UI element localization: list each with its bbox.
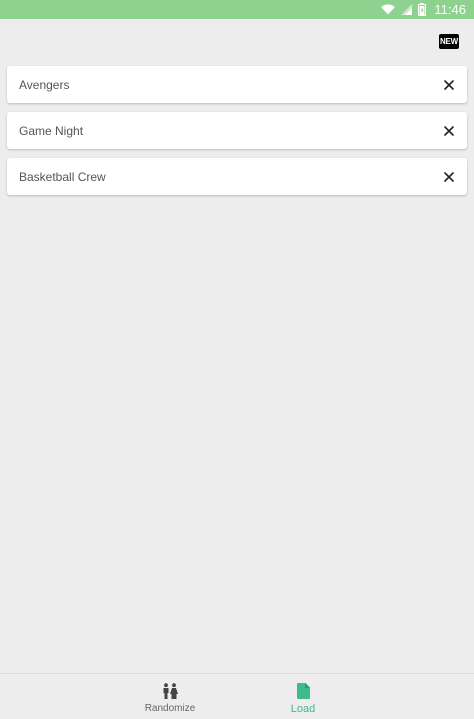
signal-icon	[401, 4, 413, 15]
close-icon	[444, 79, 454, 90]
nav-label: Load	[290, 703, 316, 715]
delete-button[interactable]	[441, 77, 457, 93]
app-screen: 11:46 NEW Avengers Game Night Basketball…	[0, 0, 474, 719]
list-item[interactable]: Avengers	[7, 66, 467, 103]
group-list: Avengers Game Night Basketball Crew	[7, 66, 467, 204]
status-time: 11:46	[434, 2, 466, 17]
close-icon	[444, 171, 454, 182]
list-item[interactable]: Game Night	[7, 112, 467, 149]
new-button-label: NEW	[439, 37, 459, 46]
group-name: Basketball Crew	[19, 169, 106, 184]
status-icons: 11:46	[381, 0, 466, 19]
group-name: Avengers	[19, 77, 70, 92]
wifi-icon	[381, 4, 396, 15]
nav-label: Randomize	[144, 703, 196, 714]
close-icon	[444, 125, 454, 136]
delete-button[interactable]	[441, 169, 457, 185]
delete-button[interactable]	[441, 123, 457, 139]
nav-randomize[interactable]: Randomize	[130, 674, 210, 719]
new-group-button[interactable]: NEW	[439, 34, 459, 49]
status-bar: 11:46	[0, 0, 474, 19]
nav-load[interactable]: Load	[263, 674, 343, 719]
people-icon	[162, 682, 178, 699]
battery-icon	[418, 3, 427, 16]
group-name: Game Night	[19, 123, 84, 138]
list-item[interactable]: Basketball Crew	[7, 158, 467, 195]
bottom-navigation: Randomize Load	[0, 673, 474, 719]
file-icon	[296, 682, 310, 699]
